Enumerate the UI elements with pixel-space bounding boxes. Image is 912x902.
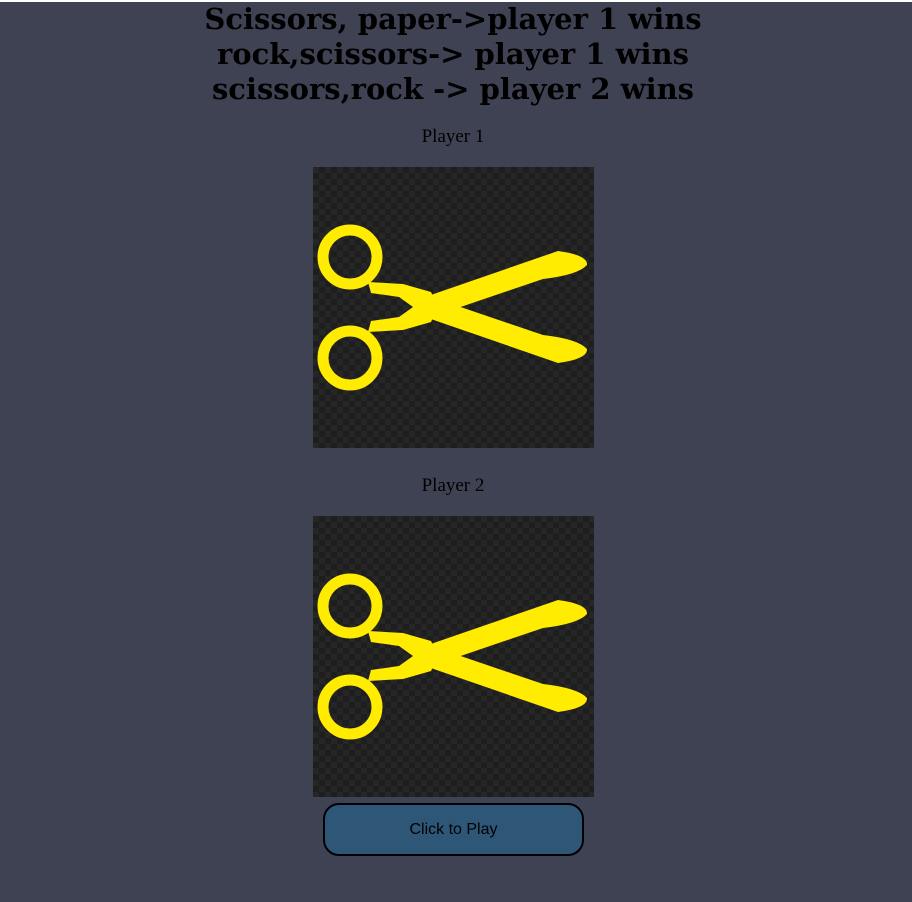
rule-line: Scissors, paper->player 1 wins (204, 2, 702, 36)
rule-line: rock,scissors-> player 1 wins (217, 37, 689, 71)
rule-line: scissors,rock -> player 2 wins (211, 72, 695, 106)
scissors-icon (313, 516, 594, 797)
player-1-choice-image (313, 167, 594, 448)
scissors-icon (313, 167, 594, 448)
rules-heading: Scissors, paper->player 1 wins rock,scis… (0, 2, 906, 107)
player-1-label: Player 1 (421, 126, 485, 147)
player-2-label: Player 2 (421, 475, 485, 496)
player-2-choice-image (313, 516, 594, 797)
play-button[interactable]: Click to Play (323, 803, 584, 856)
